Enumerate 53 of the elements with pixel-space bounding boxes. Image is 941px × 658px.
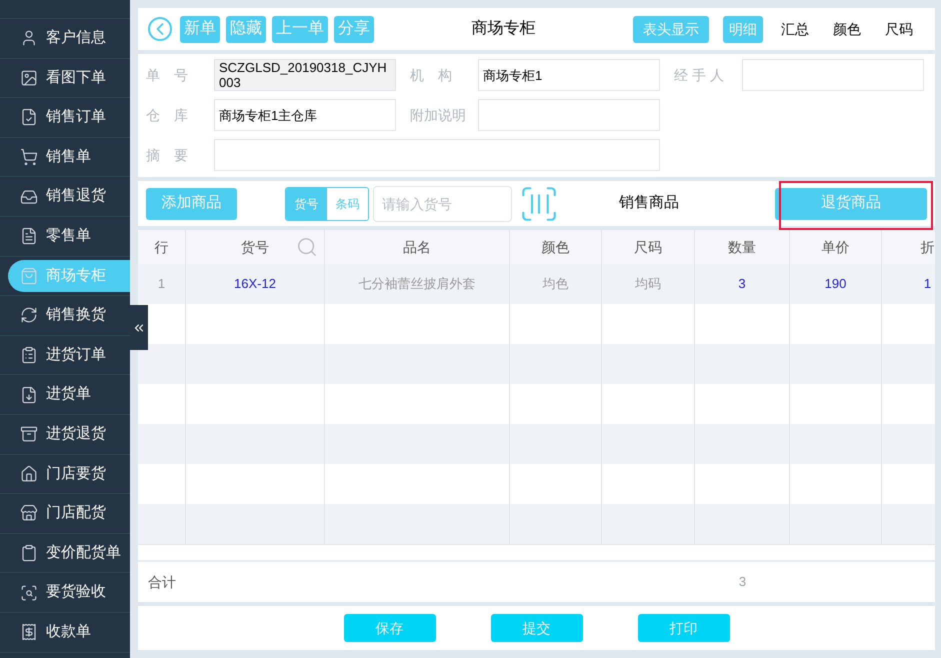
clipboard-icon [20,346,38,364]
image-icon [20,68,38,87]
sidebar-item[interactable]: 收款单 [0,616,130,648]
store-icon [20,504,38,522]
view-tab[interactable]: 颜色 [827,16,867,42]
search-field[interactable]: 请输入货号 [373,186,512,222]
view-tab[interactable]: 汇总 [775,16,815,42]
field-label: 附加说明 [409,106,467,124]
sidebar-item[interactable]: 销售退货 [0,180,130,213]
back-icon[interactable] [148,17,172,41]
total-quantity: 3 [738,573,748,592]
sidebar-item[interactable]: 进货单 [0,378,130,411]
sidebar-item[interactable]: 销售换货 [0,299,130,332]
field-label: 摘 要 [145,146,189,164]
goods-mode-tab[interactable]: 销售商品 [573,188,725,220]
sidebar-item[interactable]: 门店配货 [0,497,130,530]
total-label: 合计 [147,572,177,592]
input-field[interactable] [214,139,660,171]
bag-icon [20,266,38,285]
refresh-icon [20,306,38,324]
receipt-icon [20,623,38,642]
search-icon [20,584,38,602]
input-field[interactable] [742,59,924,91]
clipboard-icon [20,544,38,562]
sidebar-item[interactable]: 门店要货 [0,458,130,490]
sidebar-item[interactable]: 零售单 [0,220,130,252]
input-field[interactable]: 商场专柜1 [478,59,660,91]
field-label: 仓 库 [145,106,189,124]
cart-icon [20,148,38,166]
collapse-handle[interactable] [130,305,148,350]
sidebar-item[interactable]: 看图下单 [0,62,130,94]
sidebar-item[interactable]: 变价配货单 [0,537,130,570]
document-icon [20,227,38,246]
sidebar-item[interactable]: 销售单 [0,141,130,174]
person-icon [20,29,38,48]
sidebar-item[interactable]: 客户信息 [0,22,130,54]
page-title: 商场专柜 [472,18,536,39]
input-field[interactable]: 商场专柜1主仓库 [214,99,396,131]
sidebar-item[interactable]: 进货退货 [0,418,130,450]
field-label: 经 手 人 [673,66,725,84]
sidebar-item[interactable]: 进货订单 [0,339,130,372]
search-icon[interactable] [296,236,318,258]
field-label: 单 号 [145,66,189,84]
input-field[interactable] [478,99,660,131]
document-icon [20,386,38,404]
document-icon [20,108,38,126]
sidebar-item[interactable]: 销售订单 [0,101,130,134]
sidebar-item[interactable]: 要货验收 [0,576,130,609]
house-icon [20,464,38,483]
inbox-icon [20,188,38,206]
view-tab[interactable]: 尺码 [879,16,919,42]
tray-icon [20,425,38,444]
field-label: 机 构 [409,66,453,84]
